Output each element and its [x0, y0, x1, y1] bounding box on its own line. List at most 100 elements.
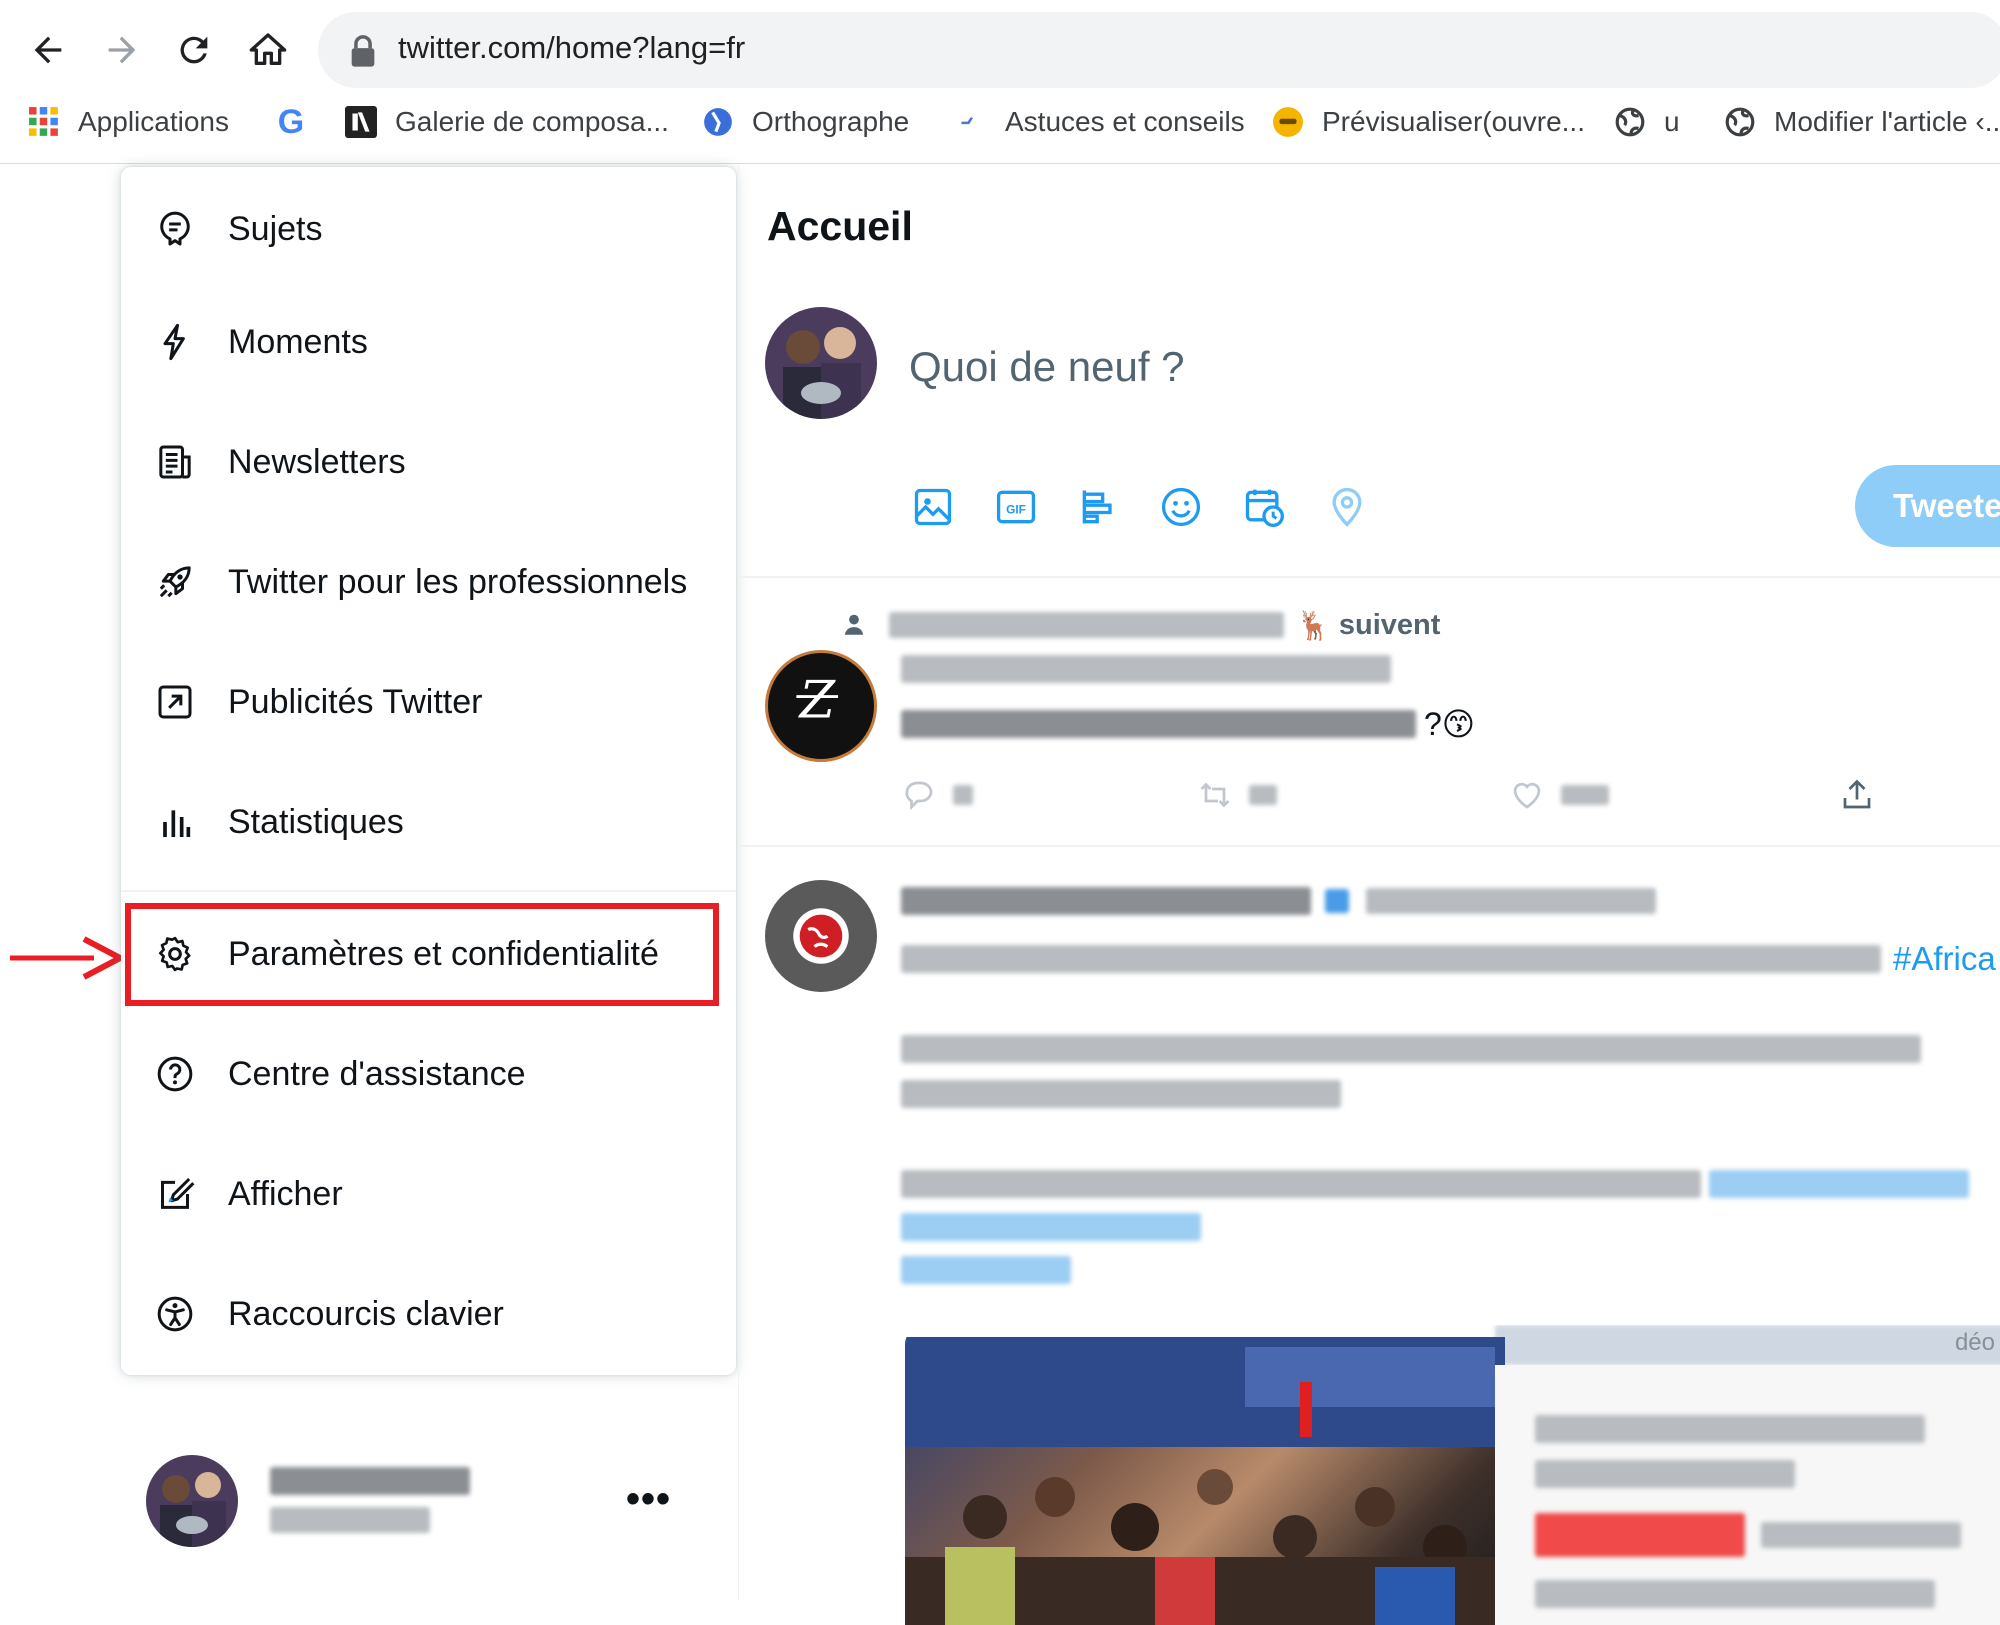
bookmark-label: u: [1664, 106, 1680, 137]
topics-icon: [153, 207, 197, 251]
menu-item-publicites[interactable]: Publicités Twitter: [121, 647, 736, 757]
bookmark-label: Applications: [78, 106, 229, 137]
poll-button[interactable]: [1075, 483, 1123, 531]
home-icon: [249, 33, 287, 65]
media-header-blurred: [1495, 1325, 2000, 1365]
menu-item-raccourcis[interactable]: Raccourcis clavier: [121, 1259, 736, 1369]
menu-item-label: Centre d'assistance: [228, 1054, 526, 1093]
deer-emoji-icon: 🦌: [1296, 609, 1331, 641]
media-card[interactable]: [1495, 1365, 2000, 1625]
help-icon: [153, 1052, 197, 1096]
external-arrow-icon: [153, 680, 197, 724]
tweet-media[interactable]: déo: [905, 1325, 2000, 1625]
menu-item-assistance[interactable]: Centre d'assistance: [121, 1019, 736, 1129]
apps-grid-icon: [28, 106, 60, 138]
tweet-text: #Africa: [901, 940, 1996, 978]
bookmark-orthographe[interactable]: Orthographe: [702, 102, 909, 142]
google-icon: G: [277, 102, 305, 141]
menu-item-label: Moments: [228, 322, 368, 361]
menu-item-label: Newsletters: [228, 442, 406, 481]
bookmark-previsualiser[interactable]: Prévisualiser(ouvre...: [1272, 102, 1585, 142]
reload-button[interactable]: [166, 22, 222, 78]
back-button[interactable]: [20, 22, 76, 78]
tweet-link-blurred[interactable]: [901, 1213, 1201, 1241]
share-icon: [1843, 779, 1871, 809]
tweet-button[interactable]: Tweeter: [1855, 465, 2000, 547]
menu-item-label: Statistiques: [228, 802, 404, 841]
menu-item-statistiques[interactable]: Statistiques: [121, 767, 736, 877]
menu-item-label: Twitter pour les professionnels: [228, 562, 688, 601]
menu-item-moments[interactable]: Moments: [121, 287, 736, 397]
rocket-icon: [153, 560, 197, 604]
globe-logo-icon: [793, 908, 849, 964]
menu-item-label: Sujets: [228, 209, 323, 248]
gif-button[interactable]: GIF: [992, 483, 1040, 531]
bookmark-label: Prévisualiser(ouvre...: [1322, 106, 1585, 137]
tweet-link-blurred[interactable]: [901, 1256, 1071, 1284]
orthographe-favicon: [702, 106, 734, 138]
forward-button[interactable]: [94, 22, 150, 78]
reply-button[interactable]: [901, 775, 973, 815]
bookmark-google[interactable]: G: [275, 102, 325, 142]
share-button[interactable]: [1839, 775, 1875, 815]
poll-icon: [1082, 490, 1112, 524]
menu-item-sujets[interactable]: Sujets: [121, 174, 736, 284]
like-button[interactable]: [1509, 775, 1609, 815]
schedule-icon: [1245, 489, 1284, 527]
forward-arrow-icon: [108, 36, 136, 64]
bookmark-label: Galerie de composa...: [395, 106, 669, 137]
annotation-arrow-icon: [10, 936, 122, 980]
bookmark-applications[interactable]: Applications: [28, 102, 229, 142]
account-switcher[interactable]: •••: [146, 1455, 706, 1550]
bookmarks-bar: Applications G Galerie de composa... Ort…: [0, 98, 2000, 148]
tweet-paragraph-blurred: [901, 1035, 1921, 1063]
hashtag-link[interactable]: #Africa: [1893, 940, 1996, 978]
bookmark-label: Orthographe: [752, 106, 910, 137]
browser-toolbar: twitter.com/home?lang=fr Applications G …: [0, 0, 2000, 164]
more-menu: Sujets Moments Newsletters Twitter pour …: [121, 167, 736, 1375]
bookmark-modifier-article[interactable]: Modifier l'article ‹...: [1724, 102, 2000, 142]
bookmark-u[interactable]: u: [1614, 102, 1680, 142]
bookmark-galerie[interactable]: Galerie de composa...: [345, 102, 669, 142]
home-button[interactable]: [240, 22, 296, 78]
bar-chart-icon: [153, 800, 197, 844]
blurred-text: [901, 945, 1881, 973]
media-photo[interactable]: [905, 1337, 1505, 1625]
reload-icon: [180, 36, 208, 64]
bookmark-label: Modifier l'article ‹...: [1774, 106, 2000, 137]
address-bar[interactable]: twitter.com/home?lang=fr: [318, 12, 2000, 88]
tweet-handle-blurred: [901, 655, 1391, 683]
menu-item-label: Publicités Twitter: [228, 682, 483, 721]
heart-icon: [1513, 782, 1541, 809]
edit-display-icon: [153, 1172, 197, 1216]
image-icon: [914, 488, 952, 526]
address-url[interactable]: twitter.com/home?lang=fr: [398, 30, 745, 66]
astuces-favicon: [955, 106, 987, 138]
schedule-button[interactable]: [1240, 483, 1288, 531]
reply-icon: [905, 781, 933, 811]
compose-avatar[interactable]: [765, 307, 877, 419]
back-arrow-icon: [34, 36, 62, 64]
tweet-paragraph-blurred: [901, 1080, 1341, 1108]
menu-item-afficher[interactable]: Afficher: [121, 1139, 736, 1249]
bookmark-astuces[interactable]: Astuces et conseils: [955, 102, 1245, 142]
globe-icon: [1724, 106, 1756, 138]
main-timeline: Accueil Quoi de neuf ? GIF Tweeter 🦌 sui…: [738, 165, 2000, 1625]
retweet-button[interactable]: [1197, 775, 1277, 815]
tweet-divider: [739, 845, 2000, 847]
location-button[interactable]: [1323, 483, 1371, 531]
tweet-text-end: ?😙: [1424, 706, 1476, 742]
menu-item-newsletters[interactable]: Newsletters: [121, 407, 736, 517]
blurred-text: [889, 612, 1284, 638]
tweet-avatar[interactable]: Z: [765, 650, 877, 762]
bookmark-label: Astuces et conseils: [1005, 106, 1245, 137]
menu-item-twitter-pro[interactable]: Twitter pour les professionnels: [121, 527, 736, 637]
globe-icon: [1614, 106, 1646, 138]
tweet-avatar[interactable]: [765, 880, 877, 992]
emoji-button[interactable]: [1157, 483, 1205, 531]
compose-input[interactable]: Quoi de neuf ?: [909, 343, 1185, 391]
menu-item-label: Raccourcis clavier: [228, 1294, 504, 1333]
menu-item-label: Afficher: [228, 1174, 343, 1213]
more-options-icon[interactable]: •••: [626, 1477, 671, 1522]
image-button[interactable]: [909, 483, 957, 531]
